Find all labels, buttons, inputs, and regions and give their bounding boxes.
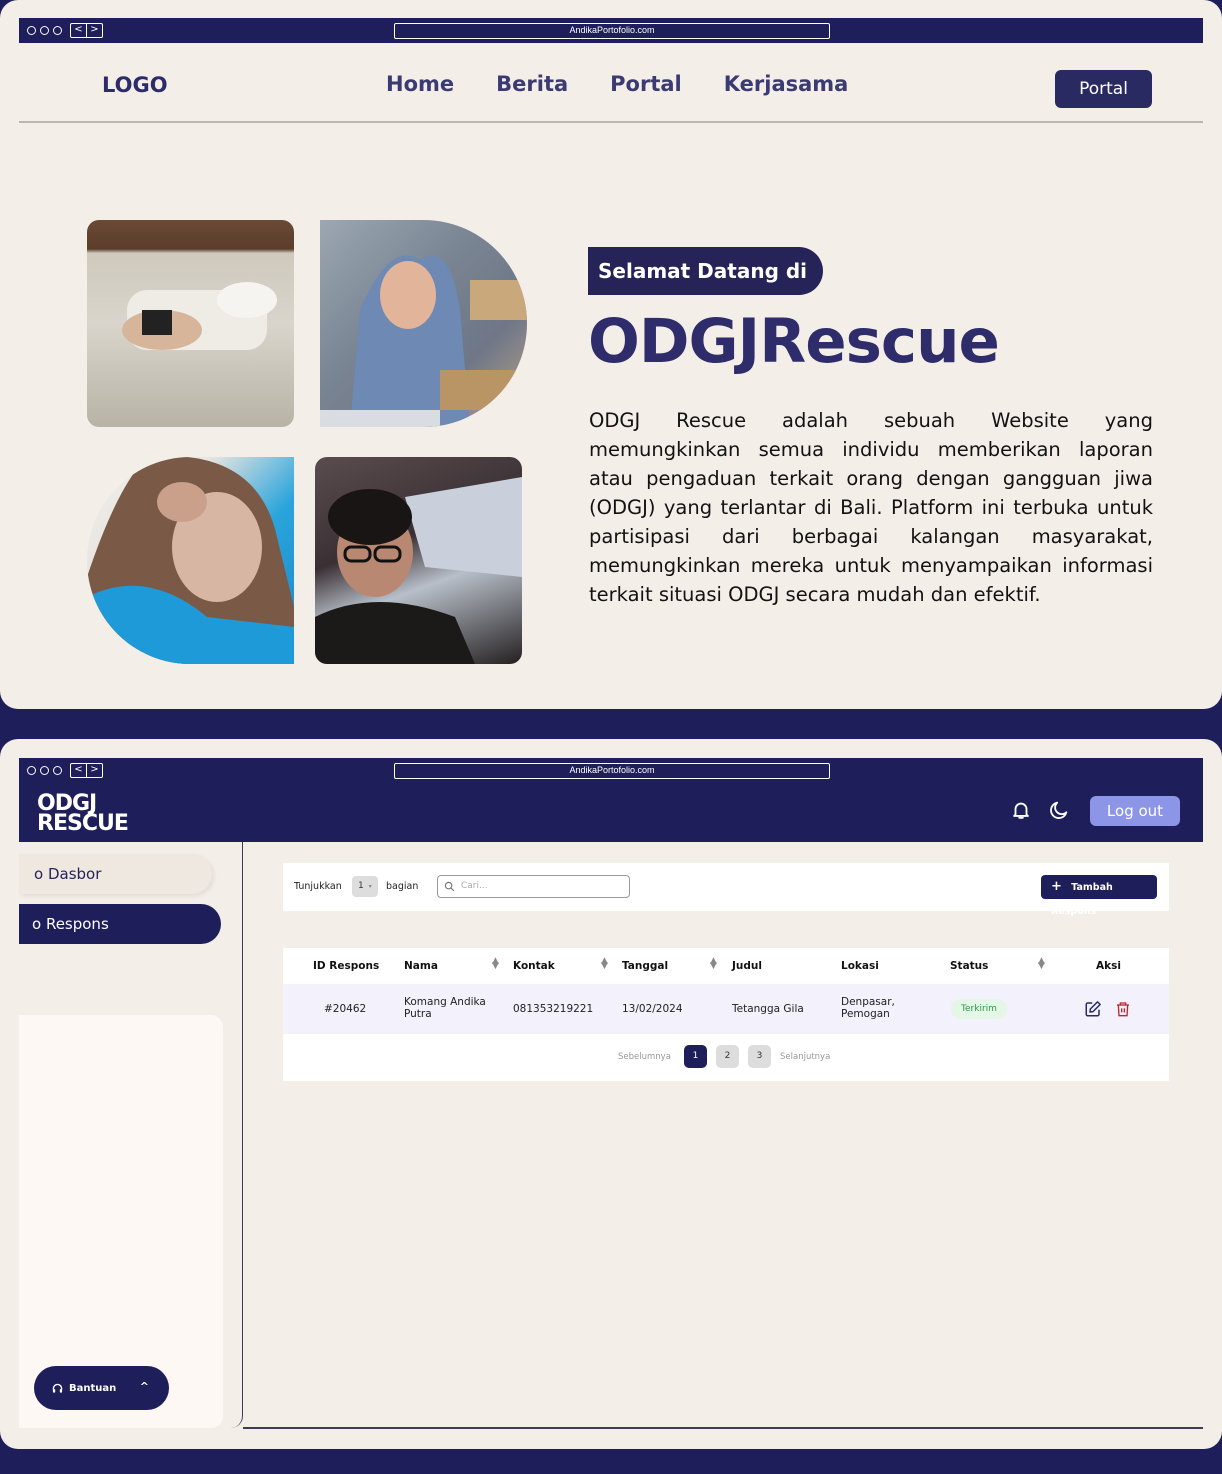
photo-illustration — [320, 255, 527, 427]
history-buttons: < > — [70, 763, 103, 778]
main-menu: Home Berita Portal Kerjasama — [386, 72, 848, 96]
add-response-button[interactable]: + Tambah Respons — [1041, 875, 1157, 917]
search-input[interactable]: Cari... — [437, 875, 630, 898]
app-logo-line2: RESCUE — [37, 811, 129, 836]
column-header-tanggal[interactable]: Tanggal — [622, 960, 668, 972]
hero-photo-woman-holding-head — [87, 457, 294, 664]
page-size-select[interactable]: 1 ▾ — [352, 876, 378, 897]
app-logo[interactable]: ODGJ RESCUE — [37, 793, 129, 836]
cell-nama: Komang Andika Putra — [404, 996, 486, 1020]
hero-photo-crying-man — [315, 457, 522, 664]
moon-icon[interactable] — [1048, 799, 1070, 821]
column-header-aksi: Aksi — [1096, 960, 1121, 972]
top-navigation: LOGO Home Berita Portal Kerjasama Portal — [19, 43, 1203, 123]
chevron-up-icon: ^ — [139, 1380, 149, 1393]
responses-table: ID Respons Nama ▲ ▼ Kontak ▲ ▼ Tanggal ▲ ▼ … — [283, 948, 1169, 1081]
window-dot[interactable] — [27, 766, 36, 775]
logout-button[interactable]: Log out — [1090, 796, 1180, 826]
browser-chrome: < > AndikaPortofolio.com — [19, 758, 1203, 783]
dashboard-window: < > AndikaPortofolio.com ODGJ RESCUE Log… — [0, 739, 1222, 1449]
forward-icon[interactable]: > — [87, 24, 102, 37]
trash-icon[interactable] — [1115, 1000, 1131, 1018]
status-badge: Terkirim — [951, 999, 1007, 1019]
cell-kontak: 081353219221 — [513, 1003, 594, 1015]
sort-icon[interactable]: ▲ ▼ — [492, 957, 499, 971]
nav-portal-link[interactable]: Portal — [610, 72, 682, 96]
search-icon — [444, 881, 455, 892]
search-placeholder: Cari... — [461, 881, 488, 891]
site-logo[interactable]: LOGO — [102, 73, 168, 97]
nav-home-link[interactable]: Home — [386, 72, 454, 96]
window-dot[interactable] — [40, 766, 49, 775]
photo-illustration — [315, 477, 522, 664]
address-bar[interactable]: AndikaPortofolio.com — [394, 23, 830, 39]
column-header-kontak[interactable]: Kontak — [513, 960, 555, 972]
pagination-page[interactable]: 1 — [684, 1045, 707, 1068]
address-bar[interactable]: AndikaPortofolio.com — [394, 763, 830, 779]
cell-id: #20462 — [324, 1003, 367, 1015]
history-buttons: < > — [70, 23, 103, 38]
browser-chrome: < > AndikaPortofolio.com — [19, 18, 1203, 43]
window-dot[interactable] — [40, 26, 49, 35]
edit-icon[interactable] — [1084, 1000, 1102, 1018]
hero-photo-person-on-bed — [87, 220, 294, 427]
page-size-value: 1 — [358, 881, 364, 891]
window-dot[interactable] — [27, 26, 36, 35]
pagination-prev[interactable]: Sebelumnya — [618, 1052, 671, 1062]
portal-button[interactable]: Portal — [1055, 70, 1152, 108]
sidebar: o Dasbor o Respons Bantuan ^ — [19, 842, 243, 1428]
welcome-pill: Selamat Datang di — [588, 247, 823, 295]
headset-icon — [52, 1383, 63, 1393]
column-header-nama[interactable]: Nama — [404, 960, 438, 972]
hero-photo-man-in-hoodie — [320, 220, 527, 427]
page-size-suffix: bagian — [386, 881, 419, 892]
landing-window: < > AndikaPortofolio.com LOGO Home Berit… — [0, 0, 1222, 709]
nav-berita-link[interactable]: Berita — [496, 72, 568, 96]
app-header: ODGJ RESCUE Log out — [19, 783, 1203, 842]
cell-judul: Tetangga Gila — [732, 1003, 804, 1015]
window-dots — [27, 766, 62, 775]
window-dots — [27, 26, 62, 35]
sort-icon[interactable]: ▲ ▼ — [710, 957, 717, 971]
table-toolbar: Tunjukkan 1 ▾ bagian Cari... + Tambah Re… — [283, 863, 1169, 917]
content-divider — [243, 1427, 1203, 1429]
cell-tanggal: 13/02/2024 — [622, 1003, 683, 1015]
back-icon[interactable]: < — [71, 24, 87, 37]
pagination-page[interactable]: 3 — [748, 1045, 771, 1068]
column-header-judul[interactable]: Judul — [732, 960, 762, 972]
show-label: Tunjukkan — [294, 881, 342, 892]
window-dot[interactable] — [53, 766, 62, 775]
hero-title: ODGJRescue — [588, 306, 1000, 377]
nav-kerjasama-link[interactable]: Kerjasama — [724, 72, 849, 96]
dropdown-caret-icon: ▾ — [368, 883, 372, 890]
pagination-page[interactable]: 2 — [716, 1045, 739, 1068]
column-header-id[interactable]: ID Respons — [313, 960, 379, 972]
column-header-lokasi[interactable]: Lokasi — [841, 960, 879, 972]
plus-icon: + — [1051, 879, 1062, 894]
cell-lokasi: Denpasar, Pemogan — [841, 996, 895, 1020]
sort-icon[interactable]: ▲ ▼ — [601, 957, 608, 971]
back-icon[interactable]: < — [71, 764, 87, 777]
hero-description: ODGJ Rescue adalah sebuah Website yang m… — [589, 409, 1153, 606]
photo-illustration — [122, 282, 277, 350]
sort-icon[interactable]: ▲ ▼ — [1038, 957, 1045, 971]
pagination: Sebelumnya 1 2 3 Selanjutnya — [283, 1045, 1169, 1069]
column-header-status[interactable]: Status — [950, 960, 988, 972]
bell-icon[interactable] — [1010, 799, 1032, 821]
sidebar-item-dasbor[interactable]: o Dasbor — [19, 854, 212, 894]
forward-icon[interactable]: > — [87, 764, 102, 777]
sidebar-item-respons[interactable]: o Respons — [19, 904, 221, 944]
photo-illustration — [87, 457, 294, 664]
pagination-next[interactable]: Selanjutnya — [780, 1052, 830, 1062]
window-dot[interactable] — [53, 26, 62, 35]
help-label: Bantuan — [69, 1382, 117, 1394]
help-button[interactable]: Bantuan ^ — [34, 1366, 169, 1410]
table-row[interactable]: #20462 Komang Andika Putra 081353219221 … — [283, 984, 1169, 1034]
table-header: ID Respons Nama ▲ ▼ Kontak ▲ ▼ Tanggal ▲ ▼ … — [283, 948, 1169, 984]
